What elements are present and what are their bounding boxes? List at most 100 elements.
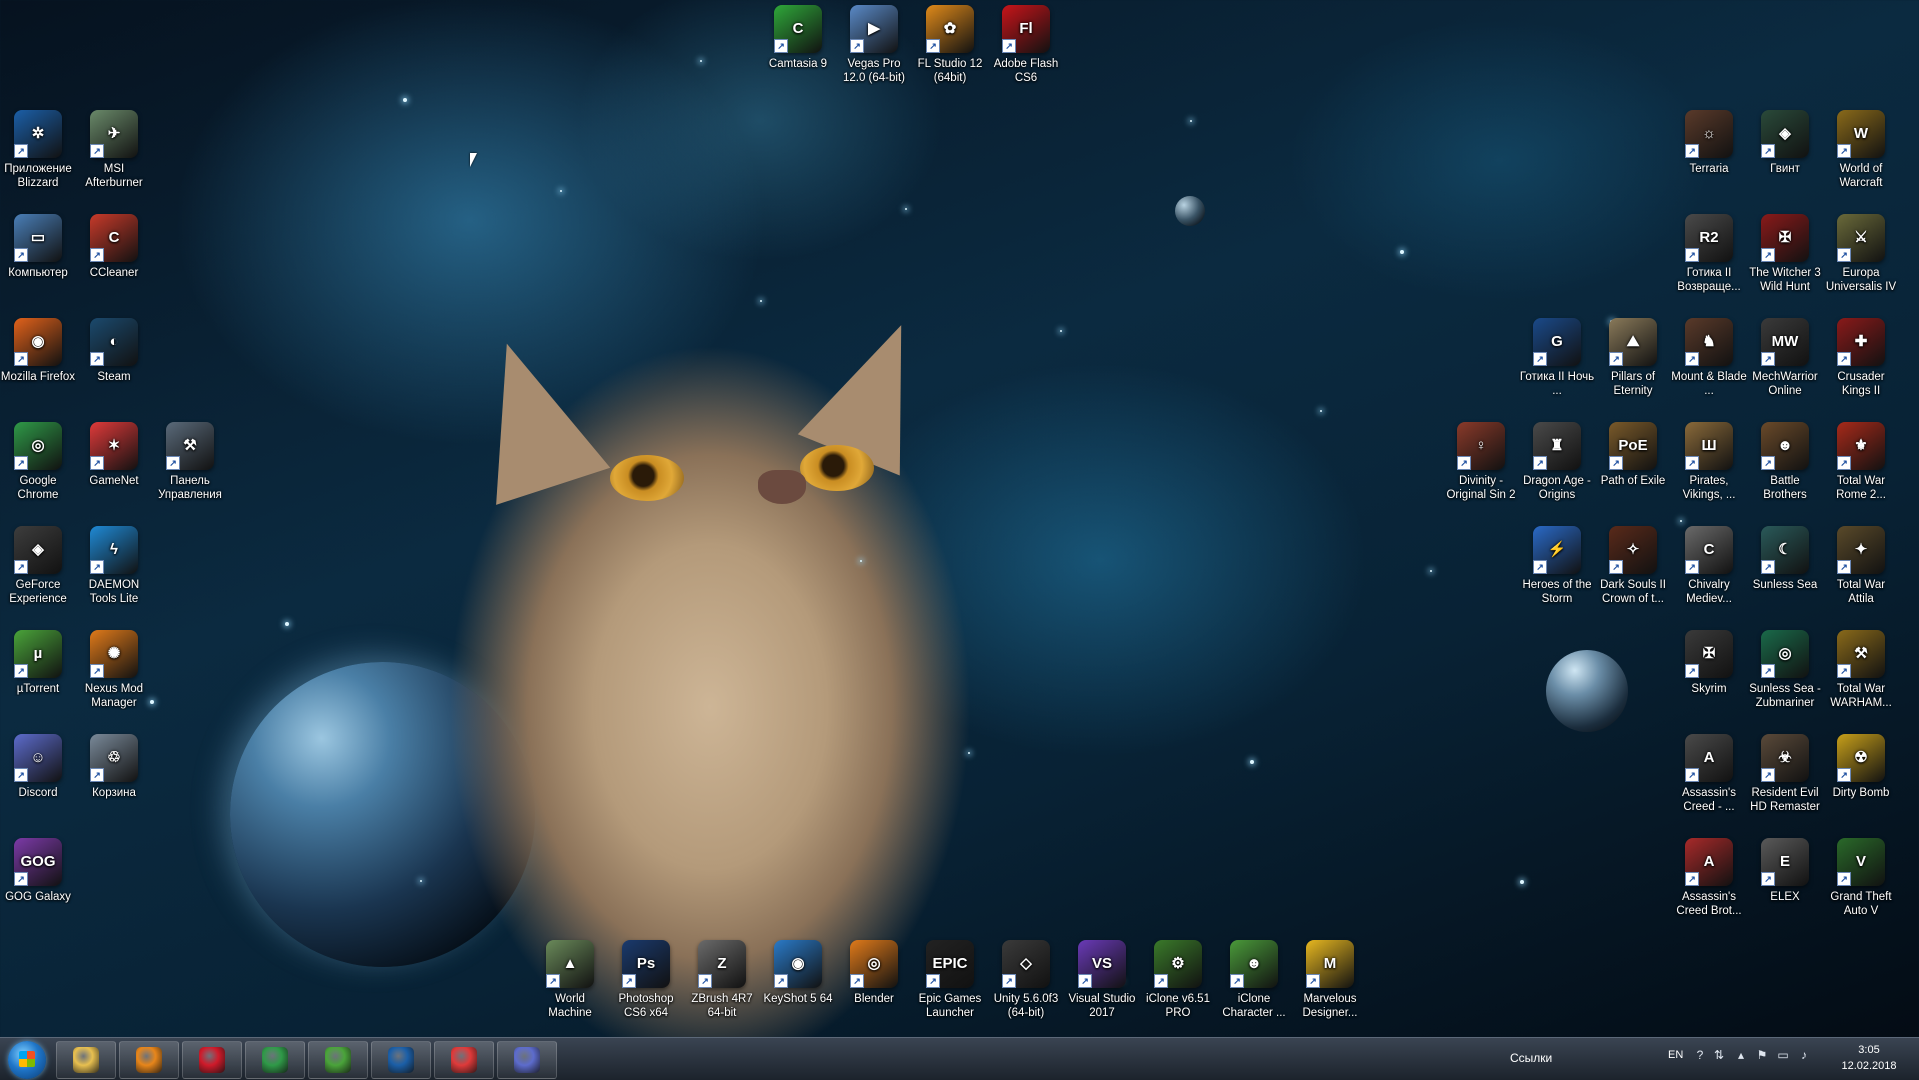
total-war-warhammer-shortcut[interactable]: ⚒ ↗ Total War WARHAM... [1823, 630, 1899, 710]
pillars-shortcut[interactable]: ⛰ ↗ Pillars of Eternity [1595, 318, 1671, 398]
network-activity-icon[interactable]: ⇅ [1712, 1048, 1726, 1062]
dark-souls-shortcut[interactable]: ✧ ↗ Dark Souls II Crown of t... [1595, 526, 1671, 606]
photoshop-shortcut[interactable]: Ps ↗ Photoshop CS6 x64 [608, 940, 684, 1020]
adobe-flash-shortcut[interactable]: Fl ↗ Adobe Flash CS6 [988, 5, 1064, 85]
camtasia-shortcut[interactable]: C ↗ Camtasia 9 [760, 5, 836, 71]
computer-shortcut[interactable]: ▭ ↗ Компьютер [0, 214, 76, 280]
wow-shortcut[interactable]: W ↗ World of Warcraft [1823, 110, 1899, 190]
sunless-sea-zubmariner-shortcut[interactable]: ◎ ↗ Sunless Sea - Zubmariner [1747, 630, 1823, 710]
battle-brothers-shortcut[interactable]: ☻ ↗ Battle Brothers [1747, 422, 1823, 502]
dragon-age-shortcut[interactable]: ♜ ↗ Dragon Age - Origins [1519, 422, 1595, 502]
show-hidden-icons-icon[interactable]: ▴ [1734, 1048, 1748, 1062]
vegas-pro-shortcut[interactable]: ▶ ↗ Vegas Pro 12.0 (64-bit) [836, 5, 912, 85]
volume-icon[interactable]: ♪ [1797, 1048, 1811, 1062]
sunless-sea-zubmariner-icon: ◎ ↗ [1761, 630, 1809, 678]
skyrim-shortcut[interactable]: ✠ ↗ Skyrim [1671, 630, 1747, 696]
mount-blade-shortcut[interactable]: ♞ ↗ Mount & Blade ... [1671, 318, 1747, 398]
unity-shortcut[interactable]: ◇ ↗ Unity 5.6.0f3 (64-bit) [988, 940, 1064, 1020]
gwent-shortcut[interactable]: ◈ ↗ Гвинт [1747, 110, 1823, 176]
utorrent-shortcut[interactable]: µ ↗ µTorrent [0, 630, 76, 696]
shortcut-arrow-icon: ↗ [1761, 248, 1775, 262]
shortcut-arrow-icon: ↗ [1837, 768, 1851, 782]
shortcut-label: Vegas Pro 12.0 (64-bit) [842, 58, 905, 84]
keyshot-icon: ◉ ↗ [774, 940, 822, 988]
world-machine-icon: ▲ ↗ [546, 940, 594, 988]
mechwarrior-shortcut[interactable]: MW ↗ MechWarrior Online [1747, 318, 1823, 398]
gta5-icon: V ↗ [1837, 838, 1885, 886]
heroes-storm-shortcut[interactable]: ⚡ ↗ Heroes of the Storm [1519, 526, 1595, 606]
blizzard-shortcut[interactable]: ✲ ↗ Приложение Blizzard [0, 110, 76, 190]
shortcut-label: Приложение Blizzard [4, 163, 72, 189]
steam-shortcut[interactable]: ◐ ↗ Steam [76, 318, 152, 384]
fl-studio-shortcut[interactable]: ✿ ↗ FL Studio 12 (64bit) [912, 5, 988, 85]
recycle-bin-shortcut[interactable]: ♲ ↗ Корзина [76, 734, 152, 800]
shortcut-arrow-icon: ↗ [1533, 456, 1547, 470]
taskbar-explorer-button[interactable] [56, 1041, 116, 1079]
zbrush-shortcut[interactable]: Z ↗ ZBrush 4R7 64-bit [684, 940, 760, 1020]
path-of-exile-shortcut[interactable]: PoE ↗ Path of Exile [1595, 422, 1671, 488]
taskbar-opera-button[interactable] [182, 1041, 242, 1079]
opera-icon [199, 1047, 225, 1073]
epic-games-shortcut[interactable]: EPIC ↗ Epic Games Launcher [912, 940, 988, 1020]
total-war-rome-shortcut[interactable]: ⚜ ↗ Total War Rome 2... [1823, 422, 1899, 502]
daemon-tools-shortcut[interactable]: ϟ ↗ DAEMON Tools Lite [76, 526, 152, 606]
europa-universalis-shortcut[interactable]: ⚔ ↗ Europa Universalis IV [1823, 214, 1899, 294]
msi-afterburner-shortcut[interactable]: ✈ ↗ MSI Afterburner [76, 110, 152, 190]
shortcut-label: Total War WARHAM... [1830, 683, 1892, 709]
ccleaner-shortcut[interactable]: C ↗ CCleaner [76, 214, 152, 280]
shortcut-arrow-icon: ↗ [1837, 456, 1851, 470]
iclone-pro-shortcut[interactable]: ⚙ ↗ iClone v6.51 PRO [1140, 940, 1216, 1020]
assassins-creed-brotherhood-shortcut[interactable]: A ↗ Assassin's Creed Brot... [1671, 838, 1747, 918]
pirates-vikings-shortcut[interactable]: Ш ↗ Pirates, Vikings, ... [1671, 422, 1747, 502]
chrome-shortcut[interactable]: ◎ ↗ Google Chrome [0, 422, 76, 502]
gog-shortcut[interactable]: GOG ↗ GOG Galaxy [0, 838, 76, 904]
shortcut-label: Visual Studio 2017 [1068, 993, 1136, 1019]
network-icon[interactable]: ▭ [1776, 1048, 1790, 1062]
elex-shortcut[interactable]: E ↗ ELEX [1747, 838, 1823, 904]
action-center-flag-icon[interactable]: ⚑ [1755, 1048, 1769, 1062]
ccleaner-icon: C ↗ [90, 214, 138, 262]
links-toolbar[interactable]: Ссылки [1510, 1051, 1552, 1065]
iclone-character-shortcut[interactable]: ☻ ↗ iClone Character ... [1216, 940, 1292, 1020]
gamenet-shortcut[interactable]: ✶ ↗ GameNet [76, 422, 152, 488]
taskbar-chrome-button[interactable] [245, 1041, 305, 1079]
utorrent-icon [325, 1047, 351, 1073]
resident-evil-shortcut[interactable]: ☣ ↗ Resident Evil HD Remaster [1747, 734, 1823, 814]
system-clock[interactable]: 3:05 12.02.2018 [1835, 1042, 1903, 1074]
witcher3-shortcut[interactable]: ✠ ↗ The Witcher 3 Wild Hunt [1747, 214, 1823, 294]
taskbar-blizzard-button[interactable] [371, 1041, 431, 1079]
control-panel-shortcut[interactable]: ⚒ ↗ Панель Управления [152, 422, 228, 502]
geforce-shortcut[interactable]: ◈ ↗ GeForce Experience [0, 526, 76, 606]
help-icon[interactable]: ? [1693, 1048, 1707, 1062]
marvelous-designer-shortcut[interactable]: M ↗ Marvelous Designer... [1292, 940, 1368, 1020]
total-war-attila-shortcut[interactable]: ✦ ↗ Total War Attila [1823, 526, 1899, 606]
sunless-sea-shortcut[interactable]: ☾ ↗ Sunless Sea [1747, 526, 1823, 592]
chivalry-shortcut[interactable]: C ↗ Chivalry Mediev... [1671, 526, 1747, 606]
language-indicator[interactable]: EN [1668, 1049, 1683, 1061]
assassins-creed-shortcut[interactable]: A ↗ Assassin's Creed - ... [1671, 734, 1747, 814]
terraria-shortcut[interactable]: ☼ ↗ Terraria [1671, 110, 1747, 176]
blender-shortcut[interactable]: ◎ ↗ Blender [836, 940, 912, 1006]
crusader-kings-shortcut[interactable]: ✚ ↗ Crusader Kings II [1823, 318, 1899, 398]
nexus-mod-shortcut[interactable]: ✺ ↗ Nexus Mod Manager [76, 630, 152, 710]
gta5-shortcut[interactable]: V ↗ Grand Theft Auto V [1823, 838, 1899, 918]
gothic2-shortcut[interactable]: R2 ↗ Готика II Возвраще... [1671, 214, 1747, 294]
world-machine-shortcut[interactable]: ▲ ↗ World Machine [532, 940, 608, 1020]
desktop[interactable]: ✲ ↗ Приложение Blizzard ▭ ↗ Компьютер ◉ ↗ Mozill… [0, 0, 1919, 1040]
taskbar-discord-button[interactable] [497, 1041, 557, 1079]
iclone-pro-icon: ⚙ ↗ [1154, 940, 1202, 988]
taskbar-utorrent-button[interactable] [308, 1041, 368, 1079]
visual-studio-shortcut[interactable]: VS ↗ Visual Studio 2017 [1064, 940, 1140, 1020]
shortcut-arrow-icon: ↗ [1306, 974, 1320, 988]
dirty-bomb-shortcut[interactable]: ☢ ↗ Dirty Bomb [1823, 734, 1899, 800]
firefox-shortcut[interactable]: ◉ ↗ Mozilla Firefox [0, 318, 76, 384]
taskbar-gamenet-button[interactable] [434, 1041, 494, 1079]
divinity-shortcut[interactable]: ♀ ↗ Divinity - Original Sin 2 [1443, 422, 1519, 502]
photoshop-icon: Ps ↗ [622, 940, 670, 988]
keyshot-shortcut[interactable]: ◉ ↗ KeyShot 5 64 [760, 940, 836, 1006]
discord-shortcut[interactable]: ☺ ↗ Discord [0, 734, 76, 800]
shortcut-arrow-icon: ↗ [14, 456, 28, 470]
start-button[interactable] [8, 1041, 46, 1079]
gothic2-night-shortcut[interactable]: G ↗ Готика II Ночь ... [1519, 318, 1595, 398]
taskbar-media-player-button[interactable] [119, 1041, 179, 1079]
